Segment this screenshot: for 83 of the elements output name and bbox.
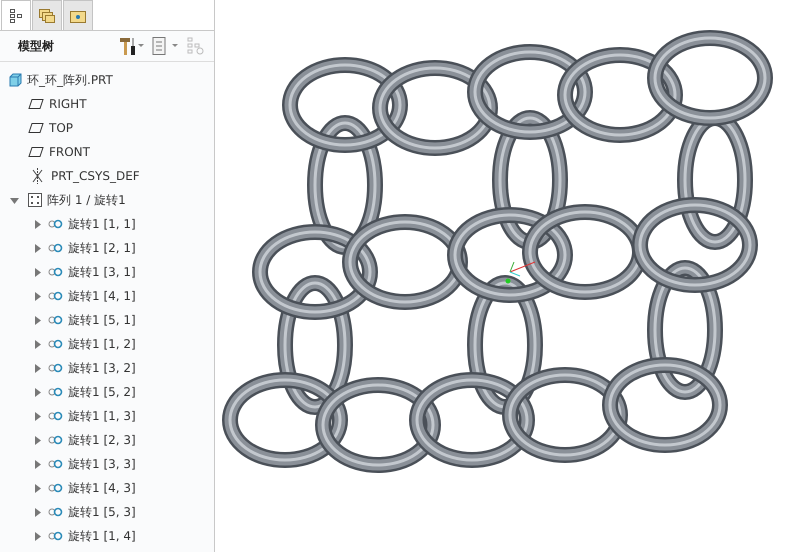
revolve-icon	[47, 242, 63, 254]
tree-item[interactable]: 旋转1 [5, 2]	[0, 380, 214, 404]
panel-tab[interactable]	[1, 0, 31, 30]
revolve-icon	[47, 386, 63, 398]
tree-item-label: 旋转1 [2, 3]	[68, 432, 136, 448]
tree-icon	[9, 8, 23, 24]
tree-item[interactable]: RIGHT	[0, 92, 214, 116]
revolve-icon	[47, 314, 63, 326]
tree-item-label: 旋转1 [1, 2]	[68, 336, 136, 352]
tree-item[interactable]: 旋转1 [1, 4]	[0, 524, 214, 548]
pattern-icon	[28, 193, 42, 207]
tree-item-label: 旋转1 [3, 2]	[68, 360, 136, 376]
tree-item[interactable]: 旋转1 [4, 1]	[0, 284, 214, 308]
cube-icon	[8, 73, 22, 87]
tree-item[interactable]: 旋转1 [5, 3]	[0, 500, 214, 524]
expand-arrow-icon[interactable]	[33, 364, 42, 372]
tree-item-label: 旋转1 [3, 3]	[68, 456, 136, 472]
expand-arrow-icon[interactable]	[33, 412, 42, 420]
revolve-icon	[47, 458, 63, 470]
folders-icon	[38, 8, 56, 24]
revolve-icon	[47, 506, 63, 518]
tree-item-label: 旋转1 [5, 3]	[68, 504, 136, 520]
tools-icon[interactable]	[118, 36, 144, 56]
tree-item-label: 旋转1 [5, 1]	[68, 312, 136, 328]
revolve-icon	[47, 530, 63, 542]
revolve-icon	[47, 410, 63, 422]
expand-arrow-icon[interactable]	[33, 244, 42, 252]
revolve-icon	[47, 266, 63, 278]
expand-arrow-icon[interactable]	[10, 196, 19, 204]
expand-arrow-icon[interactable]	[33, 436, 42, 444]
tree-item[interactable]: 旋转1 [1, 2]	[0, 332, 214, 356]
tree-item[interactable]: TOP	[0, 116, 214, 140]
tree-item-label: FRONT	[49, 145, 90, 159]
tree-item[interactable]: 旋转1 [3, 1]	[0, 260, 214, 284]
revolve-icon	[47, 434, 63, 446]
tree-item-label: 旋转1 [1, 4]	[68, 528, 136, 544]
revolve-icon	[47, 218, 63, 230]
tree-item[interactable]: FRONT	[0, 140, 214, 164]
expand-arrow-icon[interactable]	[33, 388, 42, 396]
tree-item[interactable]: 旋转1 [3, 3]	[0, 452, 214, 476]
tree-item-label: RIGHT	[49, 97, 87, 111]
expand-arrow-icon[interactable]	[33, 508, 42, 516]
expand-arrow-icon[interactable]	[33, 220, 42, 228]
expand-arrow-icon[interactable]	[33, 460, 42, 468]
tree-item-label: 环_环_阵列.PRT	[27, 72, 113, 88]
coordinate-axes-icon	[506, 262, 536, 284]
revolve-icon	[47, 482, 63, 494]
plane-icon	[28, 122, 44, 134]
plane-icon	[28, 98, 44, 110]
list-settings-icon[interactable]	[150, 36, 180, 56]
revolve-icon	[47, 362, 63, 374]
tree-item[interactable]: 旋转1 [4, 3]	[0, 476, 214, 500]
expand-arrow-icon[interactable]	[33, 484, 42, 492]
tree-item-label: 旋转1 [5, 2]	[68, 384, 136, 400]
revolve-icon	[47, 338, 63, 350]
tree-item[interactable]: 环_环_阵列.PRT	[0, 68, 214, 92]
plane-icon	[28, 146, 44, 158]
tree-item[interactable]: 旋转1 [2, 3]	[0, 428, 214, 452]
tree-item-label: 旋转1 [4, 3]	[68, 480, 136, 496]
tree-item-label: TOP	[49, 121, 74, 135]
expand-arrow-icon[interactable]	[33, 532, 42, 540]
panel-tab[interactable]	[63, 0, 93, 30]
expand-arrow-icon[interactable]	[33, 316, 42, 324]
tree-item[interactable]: 旋转1 [1, 3]	[0, 404, 214, 428]
tree-item[interactable]: 阵列 1 / 旋转1	[0, 188, 214, 212]
tree-item[interactable]: PRT_CSYS_DEF	[0, 164, 214, 188]
tree-item[interactable]: 旋转1 [3, 2]	[0, 356, 214, 380]
tree-item[interactable]: 旋转1 [5, 1]	[0, 308, 214, 332]
expand-arrow-icon[interactable]	[33, 292, 42, 300]
tree-item[interactable]: 旋转1 [2, 1]	[0, 236, 214, 260]
tree-item-label: 旋转1 [1, 3]	[68, 408, 136, 424]
tree-item-label: 阵列 1 / 旋转1	[47, 192, 126, 208]
tree-item-label: 旋转1 [3, 1]	[68, 264, 136, 280]
tree-item-label: 旋转1 [1, 1]	[68, 216, 136, 232]
tree-item-label: 旋转1 [4, 1]	[68, 288, 136, 304]
panel-title: 模型树	[18, 38, 54, 54]
revolve-icon	[47, 290, 63, 302]
tree-item[interactable]: 旋转1 [1, 1]	[0, 212, 214, 236]
expand-arrow-icon[interactable]	[33, 268, 42, 276]
tree-item-label: PRT_CSYS_DEF	[51, 169, 140, 183]
tree-item-label: 旋转1 [2, 1]	[68, 240, 136, 256]
panel-tab[interactable]	[32, 0, 62, 30]
expand-arrow-icon[interactable]	[33, 340, 42, 348]
